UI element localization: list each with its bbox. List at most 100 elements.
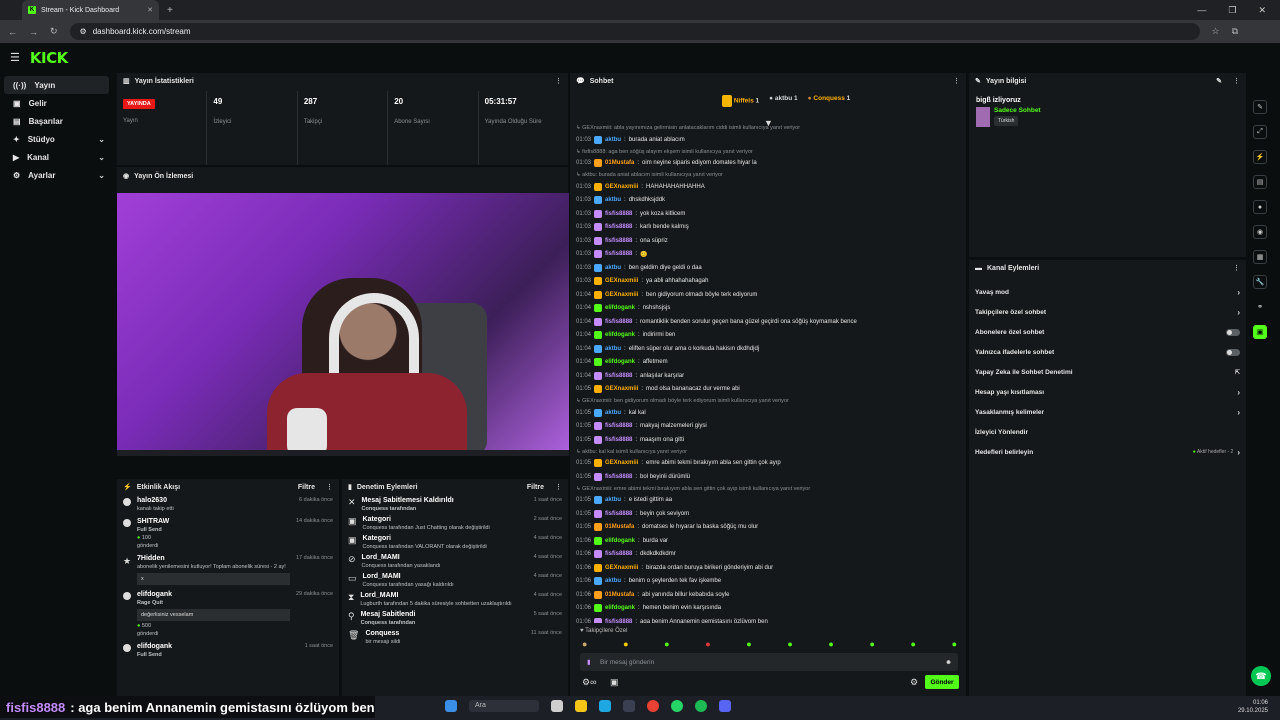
message-username[interactable]: GEXnaxmiii	[605, 460, 638, 466]
activity-user[interactable]: SHITRAW	[137, 518, 290, 525]
new-tab-icon[interactable]: +	[167, 5, 173, 16]
emote-icon[interactable]: ●	[828, 639, 833, 649]
minimize-icon[interactable]: —	[1197, 5, 1206, 16]
chat-bubble-icon[interactable]: ●	[1253, 200, 1267, 214]
message-username[interactable]: aktbu	[605, 410, 621, 416]
message-username[interactable]: aktbu	[605, 137, 621, 143]
more-options-icon[interactable]: ⋮	[1233, 264, 1240, 272]
chrome-icon[interactable]	[647, 700, 659, 712]
activity-user[interactable]: elifdogank	[137, 591, 290, 598]
clipboard-icon[interactable]: ▤	[1253, 175, 1267, 189]
emoji-icon[interactable]: ☻	[945, 659, 952, 666]
emote-icon[interactable]: ●	[664, 639, 669, 649]
top-gifter-3[interactable]: ● Conquess 1	[808, 95, 851, 107]
whatsapp-icon[interactable]	[671, 700, 683, 712]
discord-icon[interactable]	[719, 700, 731, 712]
share-icon[interactable]: ⚭	[1253, 300, 1267, 314]
more-options-icon[interactable]: ⋮	[555, 77, 562, 85]
forward-icon[interactable]: →	[29, 27, 38, 37]
maximize-icon[interactable]: ❐	[1228, 5, 1236, 16]
studio-green-icon[interactable]: ▣	[1253, 325, 1267, 339]
broadcast-icon[interactable]: ◉	[1253, 225, 1267, 239]
message-username[interactable]: fisfis8888	[605, 251, 632, 257]
action-banned-words[interactable]: Yasaklanmış kelimeler ›	[969, 402, 1246, 422]
start-icon[interactable]	[445, 700, 457, 712]
browser-tab[interactable]: K Stream - Kick Dashboard ✕	[22, 0, 159, 20]
action-host[interactable]: İzleyici Yönlendir	[969, 422, 1246, 442]
slow-mode-icon[interactable]: ⚙∞	[582, 677, 596, 688]
system-clock[interactable]: 01:06 29.10.2025	[1238, 699, 1268, 715]
send-button[interactable]: Gönder	[925, 675, 959, 689]
bookmark-star-icon[interactable]: ☆	[1212, 26, 1220, 37]
activity-user[interactable]: elifdogank	[137, 643, 299, 650]
message-username[interactable]: fisfis8888	[605, 619, 632, 623]
spotify-icon[interactable]	[695, 700, 707, 712]
reload-icon[interactable]: ↻	[50, 26, 58, 37]
message-username[interactable]: GEXnaxmiii	[605, 184, 638, 190]
stream-preview-video[interactable]	[117, 193, 569, 456]
action-ai-moderation[interactable]: Yapay Zeka ile Sohbet Denetimi ⇱	[969, 362, 1246, 382]
sidebar-item-kanal[interactable]: ▶ Kanal ⌄	[4, 148, 109, 166]
extensions-icon[interactable]: ⧉	[1232, 26, 1238, 37]
calendar-icon[interactable]: ▦	[1253, 250, 1267, 264]
search-box[interactable]: Ara	[469, 700, 539, 712]
message-username[interactable]: fisfis8888	[605, 319, 632, 325]
message-username[interactable]: elifdogank	[605, 305, 635, 311]
emote-icon[interactable]: ●	[787, 639, 792, 649]
pencil-icon[interactable]: ✎	[1253, 100, 1267, 114]
emote-icon[interactable]: ●	[911, 639, 916, 649]
activity-user[interactable]: 7Hidden	[137, 555, 290, 562]
top-gifter-2[interactable]: ● aktbu 1	[769, 95, 798, 107]
top-gifter-1[interactable]: Niffels 1	[722, 95, 759, 107]
sidebar-item-yayin[interactable]: ((·)) Yayın	[4, 76, 109, 94]
emote-icon[interactable]: ●	[952, 639, 957, 649]
message-username[interactable]: aktbu	[605, 197, 621, 203]
message-username[interactable]: fisfis8888	[605, 474, 632, 480]
message-username[interactable]: fisfis8888	[605, 551, 632, 557]
message-username[interactable]: elifdogank	[605, 359, 635, 365]
site-info-icon[interactable]: ⚙	[80, 27, 87, 36]
edit-icon[interactable]: ✎	[1216, 77, 1222, 85]
emote-only-toggle[interactable]	[1226, 348, 1240, 356]
message-username[interactable]: GEXnaxmiii	[605, 278, 638, 284]
sidebar-item-ayarlar[interactable]: ⚙ Ayarlar ⌄	[4, 166, 109, 184]
chat-messages[interactable]: ↳ GEXnaxmiii: abla yayınımıza gelirmisin…	[576, 123, 956, 623]
message-username[interactable]: aktbu	[605, 265, 621, 271]
edge-icon[interactable]	[599, 700, 611, 712]
activity-user[interactable]: halo2630	[137, 497, 293, 504]
sidebar-item-studyo[interactable]: ✦ Stüdyo ⌄	[4, 130, 109, 148]
emote-icon[interactable]: ●	[746, 639, 751, 649]
message-username[interactable]: elifdogank	[605, 332, 635, 338]
store-icon[interactable]	[623, 700, 635, 712]
message-username[interactable]: GEXnaxmiii	[605, 565, 638, 571]
back-icon[interactable]: ←	[8, 27, 17, 37]
action-goals[interactable]: Hedefleri belirleyin ● Aktif hedefler - 2…	[969, 442, 1246, 462]
action-followers-only[interactable]: Takipçilere özel sohbet ›	[969, 302, 1246, 322]
filter-button[interactable]: Filtre	[298, 484, 315, 491]
category-thumbnail[interactable]	[976, 107, 990, 127]
message-username[interactable]: fisfis8888	[605, 437, 632, 443]
message-username[interactable]: fisfis8888	[605, 211, 632, 217]
more-options-icon[interactable]: ⋮	[555, 483, 562, 491]
message-username[interactable]: 01Mustafa	[605, 160, 634, 166]
message-username[interactable]: 01Mustafa	[605, 592, 634, 598]
wrench-icon[interactable]: 🔧	[1253, 275, 1267, 289]
more-options-icon[interactable]: ⋮	[953, 77, 960, 85]
sidebar-item-gelir[interactable]: ▣ Gelir	[4, 94, 109, 112]
gift-icon[interactable]: ▣	[610, 677, 619, 688]
message-username[interactable]: elifdogank	[605, 538, 635, 544]
more-options-icon[interactable]: ⋮	[1233, 77, 1240, 85]
emote-icon[interactable]: ●	[623, 639, 628, 649]
message-username[interactable]: fisfis8888	[605, 238, 632, 244]
close-window-icon[interactable]: ✕	[1258, 5, 1266, 16]
message-username[interactable]: GEXnaxmiii	[605, 386, 638, 392]
menu-icon[interactable]: ☰	[10, 51, 20, 64]
message-username[interactable]: aktbu	[605, 346, 621, 352]
kick-logo[interactable]: KICK	[30, 49, 68, 67]
subs-only-toggle[interactable]	[1226, 328, 1240, 336]
emote-icon[interactable]: ●	[705, 639, 710, 649]
close-tab-icon[interactable]: ✕	[147, 6, 153, 14]
taskview-icon[interactable]	[551, 700, 563, 712]
expand-icon[interactable]: ⤢	[1253, 125, 1267, 139]
category-name[interactable]: Sadece Sohbet	[994, 107, 1041, 114]
